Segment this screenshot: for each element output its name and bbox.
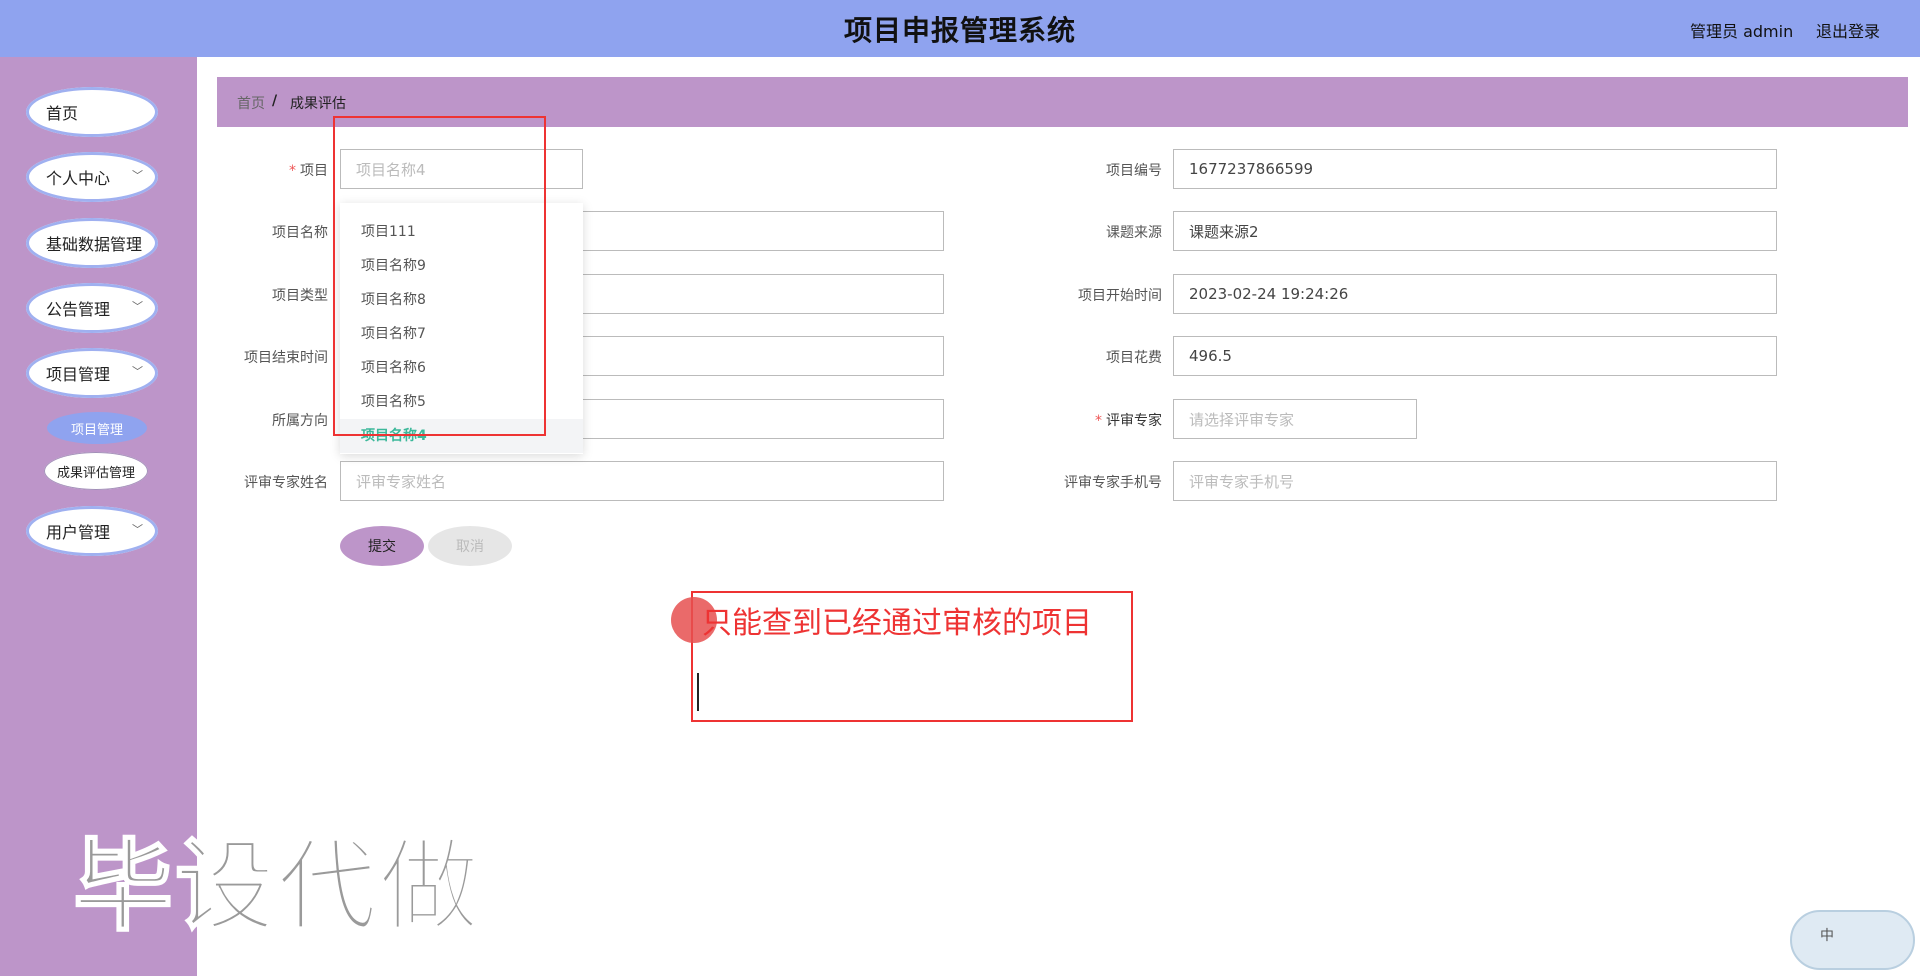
project-no-label: 项目编号 xyxy=(1106,163,1162,179)
logout-link[interactable]: 退出登录 xyxy=(1816,18,1880,42)
start-time-label: 项目开始时间 xyxy=(1078,288,1162,304)
expert-select[interactable]: 请选择评审专家 xyxy=(1173,399,1417,439)
project-label-text: 项目 xyxy=(300,163,328,179)
topic-source-field[interactable]: 课题来源2 xyxy=(1173,211,1777,251)
sidebar-subitem-result-evaluation[interactable]: 成果评估管理 xyxy=(44,452,148,490)
cost-value: 496.5 xyxy=(1189,347,1232,365)
submit-button[interactable]: 提交 xyxy=(340,526,424,566)
cost-label: 项目花费 xyxy=(1106,350,1162,366)
annotation-highlight-box xyxy=(333,116,546,436)
ime-mode-label: 中 xyxy=(1820,928,1834,944)
expert-select-placeholder: 请选择评审专家 xyxy=(1189,410,1295,429)
expert-phone-placeholder: 评审专家手机号 xyxy=(1189,472,1295,491)
expert-label: * 评审专家 xyxy=(1052,410,1162,430)
sidebar-item-label: 用户管理 xyxy=(46,523,111,542)
annotation-text: 只能查到已经通过审核的项目 xyxy=(702,606,1092,641)
cancel-button[interactable]: 取消 xyxy=(428,526,512,566)
sidebar-item-announcements[interactable]: 公告管理 ﹀ xyxy=(26,283,158,333)
project-label: * 项目 xyxy=(218,160,328,180)
chevron-down-icon: ﹀ xyxy=(132,169,143,182)
project-no-value: 1677237866599 xyxy=(1189,160,1314,178)
direction-label: 所属方向 xyxy=(272,413,328,429)
start-time-field[interactable]: 2023-02-24 19:24:26 xyxy=(1173,274,1777,314)
app-title: 项目申报管理系统 xyxy=(843,14,1076,47)
sidebar-item-base-data[interactable]: 基础数据管理 xyxy=(26,218,158,268)
start-time-value: 2023-02-24 19:24:26 xyxy=(1189,285,1349,303)
expert-label-text: 评审专家 xyxy=(1106,413,1162,429)
expert-phone-label: 评审专家手机号 xyxy=(1064,475,1162,491)
cost-field[interactable]: 496.5 xyxy=(1173,336,1777,376)
ime-widget[interactable]: 中 xyxy=(1790,910,1915,970)
breadcrumb-current: 成果评估 xyxy=(290,96,346,112)
sidebar-item-label: 基础数据管理 xyxy=(46,235,143,254)
end-time-label: 项目结束时间 xyxy=(244,350,328,366)
topic-source-value: 课题来源2 xyxy=(1189,222,1259,241)
project-no-field[interactable]: 1677237866599 xyxy=(1173,149,1777,189)
breadcrumb-home-link[interactable]: 首页 xyxy=(237,93,265,113)
sidebar-item-label: 项目管理 xyxy=(46,365,111,384)
topic-source-label: 课题来源 xyxy=(1106,225,1162,241)
watermark: 毕设代做 xyxy=(72,827,481,946)
sidebar-item-home[interactable]: 首页 xyxy=(26,87,158,137)
sidebar-subitem-project-management[interactable]: 项目管理 xyxy=(47,412,147,444)
chevron-down-icon: ﹀ xyxy=(132,365,143,378)
sidebar-item-label: 首页 xyxy=(46,104,79,123)
sidebar-item-personal-center[interactable]: 个人中心 ﹀ xyxy=(26,152,158,202)
chevron-down-icon: ﹀ xyxy=(132,523,143,536)
project-name-label: 项目名称 xyxy=(272,225,328,241)
current-user-label: 管理员 admin xyxy=(1690,22,1794,41)
expert-name-placeholder: 评审专家姓名 xyxy=(356,472,447,491)
sidebar-item-project-management[interactable]: 项目管理 ﹀ xyxy=(26,348,158,398)
expert-name-field[interactable]: 评审专家姓名 xyxy=(340,461,944,501)
required-mark: * xyxy=(1095,413,1102,429)
required-mark: * xyxy=(289,163,296,179)
project-type-label: 项目类型 xyxy=(272,288,328,304)
breadcrumb-separator: / xyxy=(272,93,278,109)
chevron-down-icon: ﹀ xyxy=(132,300,143,313)
text-caret xyxy=(697,673,699,711)
expert-phone-field[interactable]: 评审专家手机号 xyxy=(1173,461,1777,501)
sidebar-item-label: 个人中心 xyxy=(46,169,111,188)
sidebar-item-user-management[interactable]: 用户管理 ﹀ xyxy=(26,506,158,556)
sidebar-item-label: 公告管理 xyxy=(46,300,111,319)
expert-name-label: 评审专家姓名 xyxy=(244,475,328,491)
top-header: 项目申报管理系统 管理员 admin 退出登录 xyxy=(0,0,1920,57)
